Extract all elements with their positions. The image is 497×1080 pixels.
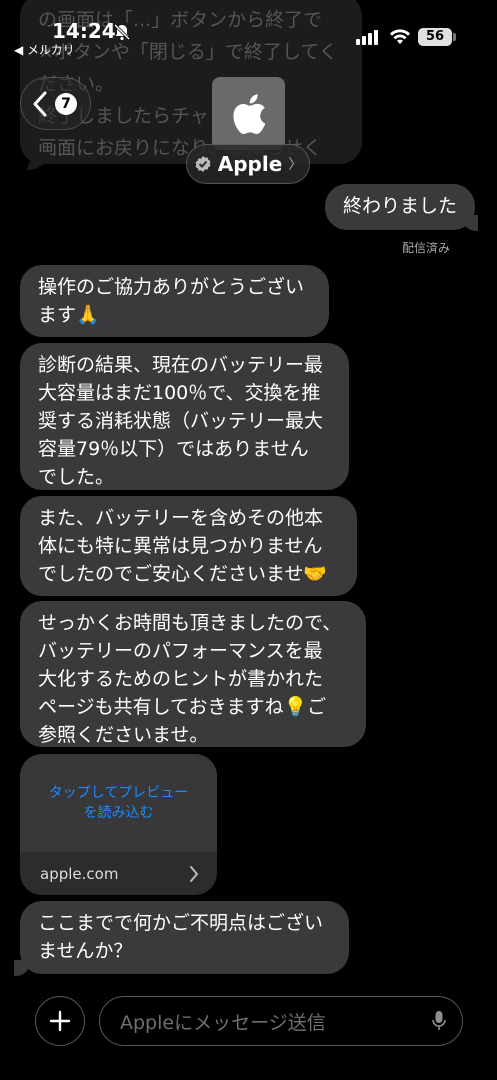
chevron-right-icon: 〉	[288, 157, 303, 173]
add-attachment-button[interactable]	[35, 996, 85, 1046]
unread-count-badge: 7	[55, 92, 77, 115]
incoming-message[interactable]: また、バッテリーを含めその他本 体にも特に異常は見つかりません でしたのでご安心…	[20, 496, 357, 596]
verified-badge-icon	[195, 156, 211, 172]
link-domain: apple.com	[40, 864, 119, 883]
battery-level: 56	[418, 28, 452, 46]
outgoing-message-tail	[462, 215, 478, 231]
incoming-message[interactable]: せっかくお時間も頂きましたので、 バッテリーのパフォーマンスを最 大化するための…	[20, 601, 366, 747]
silent-bell-icon	[113, 23, 131, 41]
chevron-left-icon	[33, 91, 47, 116]
link-preview-tap-to-load[interactable]: タップしてプレビュー を読み込む	[20, 754, 217, 852]
incoming-message[interactable]: ここまでで何かご不明点はござい ませんか？	[20, 901, 349, 974]
contact-name-button[interactable]: Apple 〉	[186, 144, 310, 184]
status-bar: 14:24 ◀ メルカリ 56	[0, 0, 497, 60]
outgoing-message[interactable]: 終わりました	[325, 184, 475, 230]
battery-nub-icon	[453, 33, 456, 41]
plus-icon	[49, 1010, 71, 1032]
contact-name: Apple	[217, 152, 283, 176]
status-time: 14:24	[52, 19, 116, 43]
back-to-app-link[interactable]: ◀ メルカリ	[14, 41, 75, 58]
back-button[interactable]: 7	[20, 77, 91, 130]
incoming-message[interactable]: 診断の結果、現在のバッテリー最 大容量はまだ100％で、交換を推 奨する消耗状態…	[20, 343, 349, 490]
delivery-status: 配信済み	[402, 241, 451, 255]
incoming-message-tail	[14, 960, 30, 976]
cellular-signal-icon	[356, 29, 378, 45]
link-preview-footer[interactable]: apple.com	[20, 852, 217, 895]
wifi-icon	[390, 29, 410, 44]
microphone-icon[interactable]	[432, 1010, 446, 1032]
apple-logo-icon	[232, 93, 265, 134]
message-input[interactable]: Appleにメッセージ送信	[99, 996, 463, 1046]
contact-avatar[interactable]	[212, 77, 285, 150]
link-preview-card[interactable]: タップしてプレビュー を読み込む apple.com	[20, 754, 217, 895]
message-input-placeholder: Appleにメッセージ送信	[120, 1011, 326, 1034]
incoming-message[interactable]: 操作のご協力ありがとうござい ます🙏	[20, 265, 329, 337]
chevron-right-icon	[190, 865, 198, 882]
